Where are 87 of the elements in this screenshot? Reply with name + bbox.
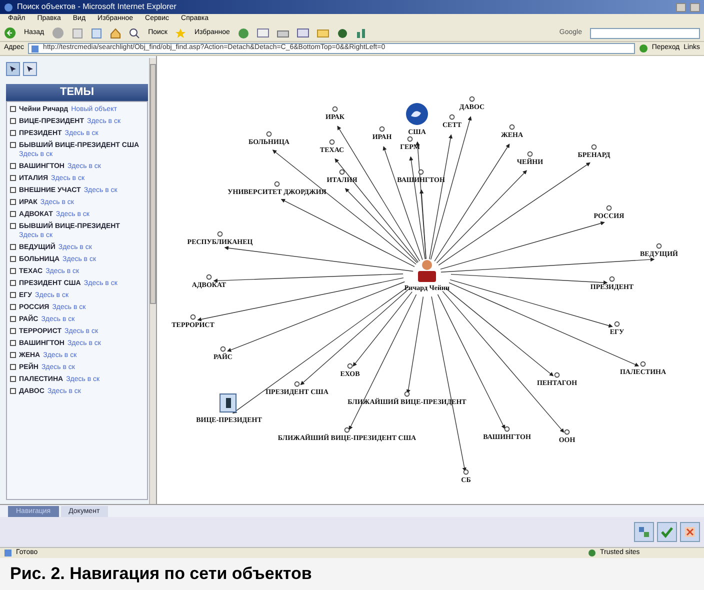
checkbox[interactable] <box>10 304 16 310</box>
node-icon[interactable] <box>379 126 385 132</box>
checkbox[interactable] <box>10 328 16 334</box>
node-icon[interactable] <box>606 205 612 211</box>
node-icon[interactable] <box>206 274 212 280</box>
node-icon[interactable] <box>527 151 533 157</box>
close-icon <box>684 526 696 538</box>
search-icon[interactable] <box>129 28 140 38</box>
checkbox[interactable] <box>10 187 16 193</box>
page-icon <box>31 44 40 52</box>
go-icon[interactable] <box>638 44 648 53</box>
figure-caption: Рис. 2. Навигация по сети объектов <box>9 563 313 585</box>
node-icon[interactable] <box>220 346 226 352</box>
browser-icon <box>4 2 13 12</box>
messenger-icon[interactable] <box>336 28 348 38</box>
checkbox[interactable] <box>10 268 16 274</box>
checkbox[interactable] <box>10 211 16 217</box>
node-icon[interactable] <box>564 429 570 435</box>
node-icon[interactable] <box>344 427 350 433</box>
person-icon[interactable] <box>418 260 436 282</box>
node-icon[interactable] <box>591 144 597 150</box>
nodes-icon <box>638 526 650 538</box>
graph-view-button[interactable] <box>634 522 654 542</box>
topics-header: ТЕМЫ <box>6 84 148 101</box>
checkbox[interactable] <box>10 280 16 286</box>
node-icon[interactable] <box>217 231 223 237</box>
check-icon <box>661 526 673 538</box>
checkbox[interactable] <box>10 340 16 346</box>
node-icon[interactable] <box>418 169 424 175</box>
checkbox[interactable] <box>10 316 16 322</box>
checkbox[interactable] <box>10 352 16 358</box>
cursor-icon <box>9 65 17 73</box>
node-icon[interactable] <box>656 243 662 249</box>
globe-icon[interactable] <box>406 103 428 125</box>
node-icon[interactable] <box>329 139 335 145</box>
home-icon[interactable] <box>110 28 122 38</box>
checkbox[interactable] <box>10 256 16 262</box>
star-icon[interactable] <box>175 28 186 38</box>
checkbox[interactable] <box>10 388 16 394</box>
node-icon[interactable] <box>332 106 338 112</box>
checkbox[interactable] <box>10 175 16 181</box>
checkbox[interactable] <box>10 292 16 298</box>
scrollbar-thumb[interactable] <box>150 64 156 304</box>
document-icon[interactable] <box>220 394 236 412</box>
checkbox[interactable] <box>10 199 16 205</box>
node-icon[interactable] <box>554 372 560 378</box>
checkbox[interactable] <box>10 244 16 250</box>
checkbox[interactable] <box>10 376 16 382</box>
checkbox[interactable] <box>10 106 16 112</box>
node-icon[interactable] <box>347 363 353 369</box>
node-icon[interactable] <box>294 381 300 387</box>
ok-button[interactable] <box>657 522 677 542</box>
checkbox[interactable] <box>10 364 16 370</box>
node-icon[interactable] <box>449 114 455 120</box>
print-icon[interactable] <box>276 28 289 38</box>
edit-icon[interactable] <box>296 28 309 38</box>
shield-icon <box>588 549 596 557</box>
node-icon[interactable] <box>407 136 413 142</box>
refresh-icon[interactable] <box>91 28 102 38</box>
node-icon[interactable] <box>266 131 272 137</box>
node-icon[interactable] <box>509 124 515 130</box>
chart-icon[interactable] <box>356 28 367 38</box>
checkbox[interactable] <box>10 163 16 169</box>
checkbox[interactable] <box>10 142 16 148</box>
node-icon[interactable] <box>274 181 280 187</box>
history-icon[interactable] <box>238 28 249 38</box>
checkbox[interactable] <box>10 118 16 124</box>
node-icon[interactable] <box>504 426 510 432</box>
cursor-icon <box>26 65 34 73</box>
page-icon <box>4 549 12 557</box>
back-icon[interactable] <box>4 27 16 39</box>
node-icon[interactable] <box>614 321 620 327</box>
node-icon[interactable] <box>609 276 615 282</box>
select-tool-button[interactable] <box>6 62 20 76</box>
mail-icon[interactable] <box>256 28 269 38</box>
checkbox[interactable] <box>10 130 16 136</box>
checkbox[interactable] <box>10 223 16 229</box>
node-icon[interactable] <box>190 314 196 320</box>
node-icon[interactable] <box>640 361 646 367</box>
node-icon[interactable] <box>339 169 345 175</box>
cancel-button[interactable] <box>680 522 700 542</box>
node-icon[interactable] <box>469 96 475 102</box>
window-title: Поиск объектов - Microsoft Internet Explorer <box>17 1 176 13</box>
google-search-field[interactable] <box>590 28 700 38</box>
node-icon[interactable] <box>404 391 410 397</box>
pointer-tool-button[interactable] <box>23 62 37 76</box>
node-icon[interactable] <box>463 469 469 475</box>
